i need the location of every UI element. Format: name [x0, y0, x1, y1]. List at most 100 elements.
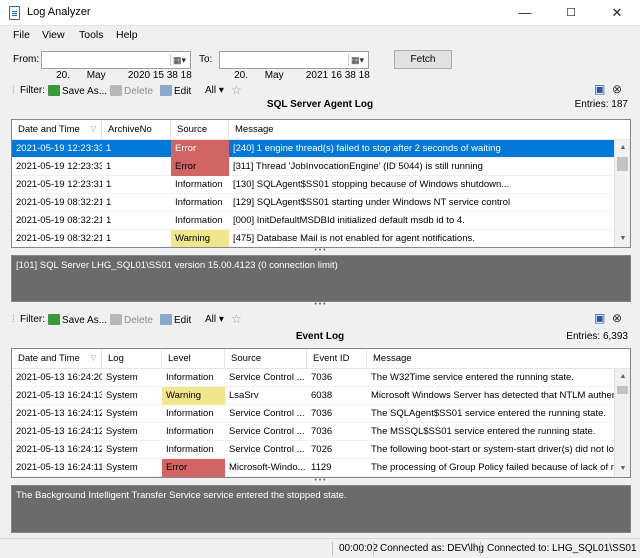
minimize-button[interactable]: — — [502, 0, 548, 26]
table-cell: The W32Time service entered the running … — [371, 372, 574, 383]
agent-grid-header: Date and Time ▽ ArchiveNo Source Message — [12, 120, 630, 140]
save-as-button[interactable]: Save As... — [48, 314, 107, 326]
table-cell: 2021-05-19 08:32:21 — [16, 233, 102, 244]
edit-icon — [160, 314, 172, 325]
table-cell: 1 — [106, 143, 112, 154]
table-cell: Service Control ... — [229, 444, 305, 455]
table-cell: Microsoft-Windo... — [229, 462, 306, 473]
delete-button[interactable]: Delete — [110, 314, 153, 326]
col-event-id[interactable]: Event ID — [307, 349, 367, 369]
table-row[interactable]: 2021-05-13 16:24:12 System Information Serv… — [12, 441, 616, 459]
binoculars-icon[interactable]: ⊗ — [612, 82, 622, 96]
col-source[interactable]: Source — [225, 349, 307, 369]
to-date-picker[interactable]: 20. May 2021 16 38 18 ▦▾ — [219, 51, 370, 81]
menu-tools[interactable]: Tools — [79, 29, 104, 41]
status-elapsed-time: 00:00:02 — [332, 542, 378, 556]
scroll-down-icon[interactable]: ▼ — [615, 461, 630, 477]
table-cell: Service Control ... — [229, 408, 305, 419]
table-cell: Error — [162, 459, 225, 477]
agent-log-title: SQL Server Agent Log — [266, 99, 374, 110]
table-row[interactable]: 2021-05-19 08:32:21 1 Information [000] Ini… — [12, 212, 616, 230]
event-log-grid[interactable]: Date and Time ▽ Log Level Source Event ID… — [11, 348, 631, 478]
table-row[interactable]: 2021-05-13 16:24:20 System Information Serv… — [12, 369, 616, 387]
status-bar: 00:00:02 Connected as: DEV\lhg Connected… — [0, 538, 640, 558]
table-cell: System — [106, 372, 138, 383]
table-cell: System — [106, 426, 138, 437]
filter-all-dropdown[interactable]: All ▾ — [205, 314, 224, 325]
table-cell: 6038 — [311, 390, 333, 401]
table-cell: Microsoft Windows Server has detected th… — [371, 390, 616, 401]
edit-button[interactable]: Edit — [160, 314, 191, 326]
scroll-up-icon[interactable]: ▲ — [615, 369, 630, 385]
col-message[interactable]: Message — [229, 120, 630, 140]
from-date-picker[interactable]: 20. May 2020 15 38 18 ▦▾ — [41, 51, 192, 81]
save-icon[interactable]: ▣ — [594, 82, 605, 96]
filter-label: Filter: — [20, 314, 45, 325]
table-row[interactable]: 2021-05-19 12:23:31 1 Information [130] SQL… — [12, 176, 616, 194]
table-cell: Information — [166, 444, 214, 455]
agent-log-grid[interactable]: Date and Time ▽ ArchiveNo Source Message … — [11, 119, 631, 248]
save-as-button[interactable]: Save As... — [48, 85, 107, 97]
table-row[interactable]: 2021-05-13 16:24:12 System Information Serv… — [12, 423, 616, 441]
favorite-star-icon[interactable]: ☆ — [231, 83, 242, 97]
event-grid-scrollbar[interactable]: ▲ ▼ — [614, 369, 630, 477]
fetch-button[interactable]: Fetch — [394, 50, 452, 69]
col-date-time[interactable]: Date and Time ▽ — [12, 120, 102, 140]
menu-file[interactable]: File — [13, 29, 30, 41]
table-cell: 2021-05-19 12:23:33 — [16, 143, 102, 154]
table-cell: 2021-05-19 12:23:33 — [16, 161, 102, 172]
title-bar: Log Analyzer — ☐ ✕ — [0, 0, 640, 26]
save-as-icon — [48, 85, 60, 96]
table-row[interactable]: 2021-05-13 16:24:13 System Warning LsaSrv 60… — [12, 387, 616, 405]
binoculars-icon[interactable]: ⊗ — [612, 311, 622, 325]
col-message[interactable]: Message — [367, 349, 630, 369]
table-cell: 7036 — [311, 408, 333, 419]
save-icon[interactable]: ▣ — [594, 311, 605, 325]
delete-button[interactable]: Delete — [110, 85, 153, 97]
table-cell: [475] Database Mail is not enabled for a… — [233, 233, 475, 244]
menu-view[interactable]: View — [42, 29, 65, 41]
agent-detail-text: [101] SQL Server LHG_SQL01\SS01 version … — [16, 260, 338, 271]
table-cell: Information — [166, 426, 214, 437]
table-row[interactable]: 2021-05-13 16:24:11 System Error Microsoft-… — [12, 459, 616, 477]
table-cell: Service Control ... — [229, 426, 305, 437]
col-log[interactable]: Log — [102, 349, 162, 369]
table-row[interactable]: 2021-05-19 12:23:33 1 Error [311] Thread 'J… — [12, 158, 616, 176]
table-cell: The SQLAgent$SS01 service entered the ru… — [371, 408, 607, 419]
table-cell: 1 — [106, 197, 112, 208]
event-log-toolbar: ⁞ Filter: Save As... Delete Edit All ▾ ☆… — [0, 309, 640, 331]
scroll-down-icon[interactable]: ▼ — [615, 231, 630, 247]
maximize-button[interactable]: ☐ — [548, 0, 594, 26]
table-row[interactable]: 2021-05-19 08:32:21 1 Warning [475] Databas… — [12, 230, 616, 247]
favorite-star-icon[interactable]: ☆ — [231, 312, 242, 326]
event-detail-pane: The Background Intelligent Transfer Serv… — [11, 485, 631, 533]
table-row[interactable]: 2021-05-13 16:24:12 System Information Serv… — [12, 405, 616, 423]
filter-all-dropdown[interactable]: All ▾ — [205, 85, 224, 96]
col-archive-no[interactable]: ArchiveNo — [102, 120, 171, 140]
table-cell: Service Control ... — [229, 372, 305, 383]
table-cell: System — [106, 408, 138, 419]
table-cell: [000] InitDefaultMSDBId initialized defa… — [233, 215, 465, 226]
scroll-thumb[interactable] — [617, 157, 628, 171]
agent-detail-pane: [101] SQL Server LHG_SQL01\SS01 version … — [11, 255, 631, 302]
table-row[interactable]: 2021-05-19 12:23:33 1 Error [240] 1 engine … — [12, 140, 616, 158]
scroll-thumb[interactable] — [617, 386, 628, 394]
edit-button[interactable]: Edit — [160, 85, 191, 97]
edit-icon — [160, 85, 172, 96]
agent-grid-scrollbar[interactable]: ▲ ▼ — [614, 140, 630, 247]
close-button[interactable]: ✕ — [594, 0, 640, 26]
delete-icon — [110, 85, 122, 96]
toolbar-grip: ⁞ — [12, 85, 15, 96]
col-date-time[interactable]: Date and Time ▽ — [12, 349, 102, 369]
table-cell: 2021-05-13 16:24:11 — [16, 462, 102, 473]
calendar-dropdown-icon[interactable]: ▦▾ — [348, 54, 366, 66]
calendar-dropdown-icon[interactable]: ▦▾ — [170, 54, 188, 66]
col-level[interactable]: Level — [162, 349, 225, 369]
table-row[interactable]: 2021-05-19 08:32:21 1 Information [129] SQL… — [12, 194, 616, 212]
menu-help[interactable]: Help — [116, 29, 138, 41]
table-cell: 2021-05-13 16:24:13 — [16, 390, 102, 401]
col-source[interactable]: Source — [171, 120, 229, 140]
event-grid-header: Date and Time ▽ Log Level Source Event ID… — [12, 349, 630, 369]
table-cell: 7036 — [311, 426, 333, 437]
scroll-up-icon[interactable]: ▲ — [615, 140, 630, 156]
